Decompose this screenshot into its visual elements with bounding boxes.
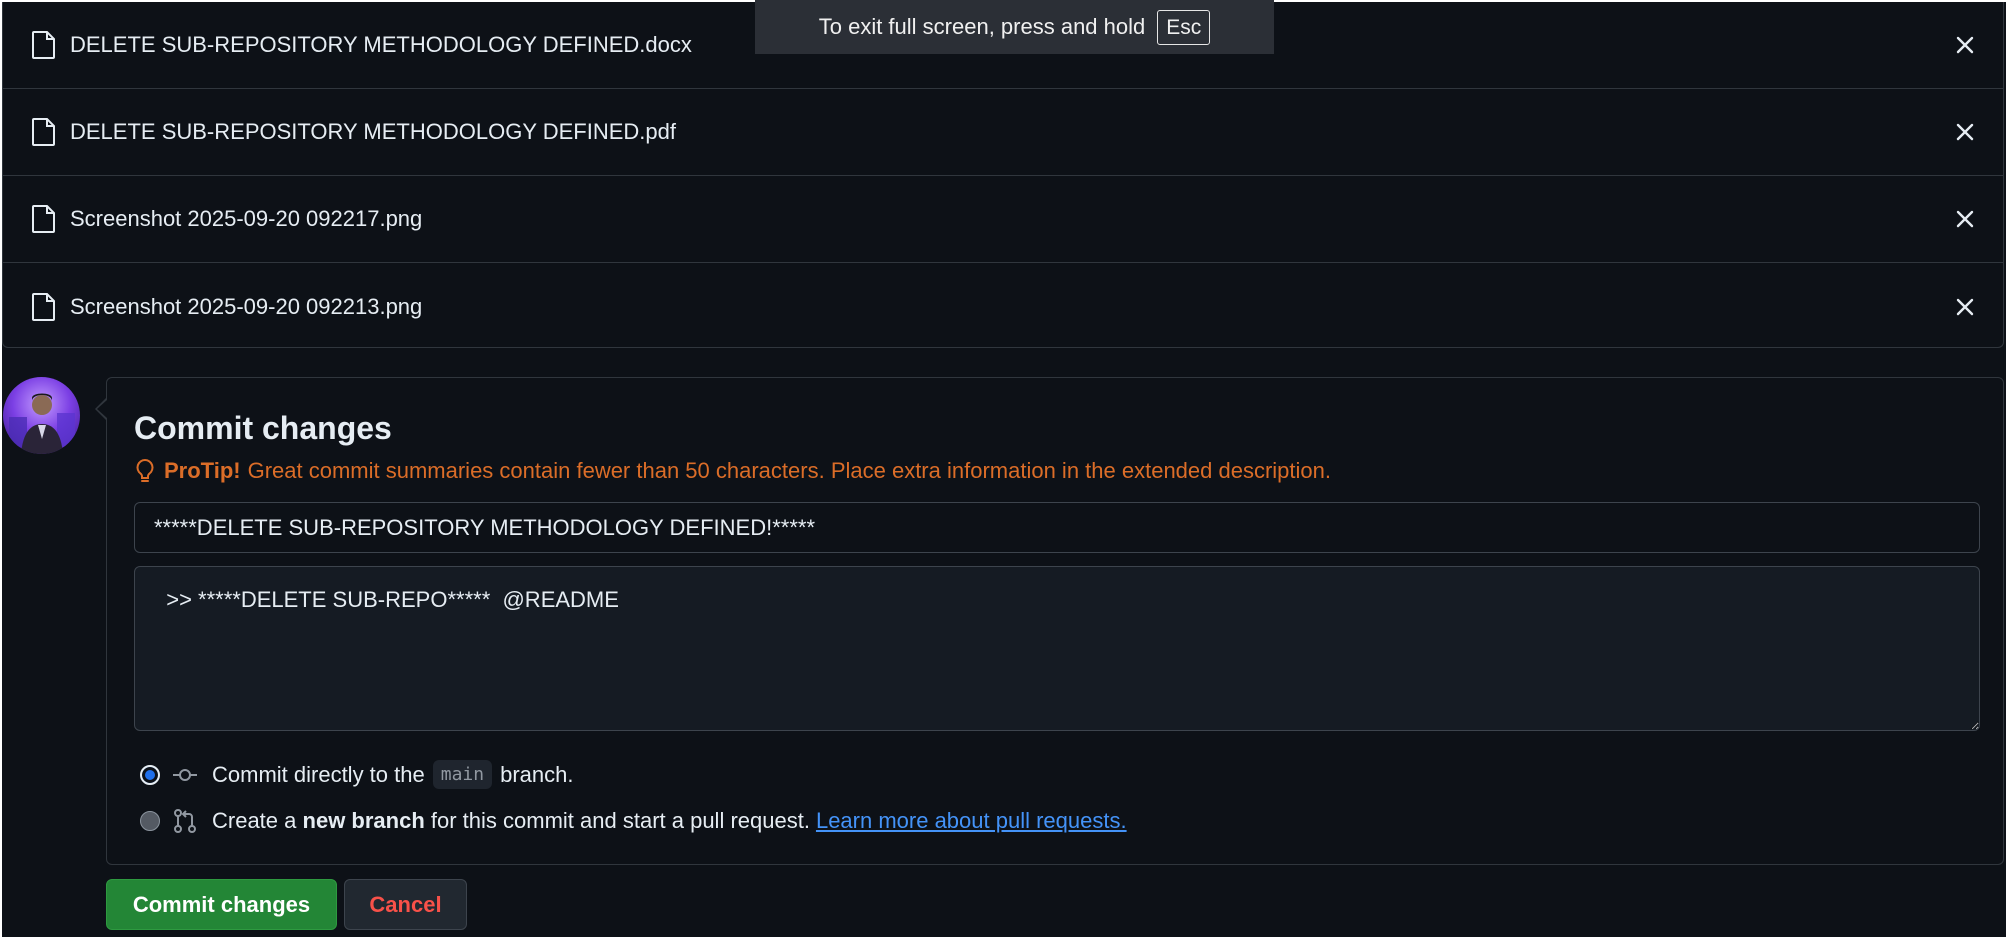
file-name: DELETE SUB-REPOSITORY METHODOLOGY DEFINE… bbox=[70, 32, 692, 57]
new-branch-bold-text: new branch bbox=[302, 808, 425, 833]
file-icon bbox=[32, 205, 55, 233]
git-pull-request-icon bbox=[174, 809, 196, 833]
commit-summary-input[interactable] bbox=[134, 502, 1980, 553]
close-icon bbox=[1956, 210, 1974, 228]
learn-more-pull-requests-link[interactable]: Learn more about pull requests. bbox=[816, 808, 1127, 834]
esc-key-badge: Esc bbox=[1157, 9, 1211, 45]
light-bulb-icon bbox=[136, 458, 154, 482]
cancel-button[interactable]: Cancel bbox=[344, 879, 467, 930]
close-icon bbox=[1956, 298, 1974, 315]
branch-name-badge: main bbox=[432, 760, 493, 789]
fullscreen-toast-text: To exit full screen, press and hold bbox=[818, 14, 1146, 39]
commit-direct-prefix: Commit directly to the bbox=[212, 761, 425, 787]
new-branch-prefix: Create a bbox=[212, 808, 297, 833]
file-row: Screenshot 2025-09-20 092213.png bbox=[3, 263, 2003, 350]
avatar[interactable] bbox=[3, 377, 80, 454]
commit-direct-option[interactable]: Commit directly to the main branch. bbox=[140, 760, 573, 789]
close-icon bbox=[1956, 123, 1974, 141]
commit-description-textarea[interactable] bbox=[134, 566, 1980, 731]
file-row: Screenshot 2025-09-20 092217.png bbox=[3, 176, 2003, 263]
file-icon bbox=[32, 118, 55, 146]
remove-file-button[interactable] bbox=[1953, 295, 1977, 319]
fullscreen-exit-toast: To exit full screen, press and hold Esc bbox=[755, 0, 1274, 54]
file-icon bbox=[32, 292, 55, 321]
file-icon bbox=[32, 31, 55, 59]
avatar-image bbox=[3, 377, 80, 454]
commit-changes-button[interactable]: Commit changes bbox=[106, 879, 337, 930]
create-new-branch-option[interactable]: Create a new branch for this commit and … bbox=[140, 808, 1127, 834]
commit-panel-title: Commit changes bbox=[134, 410, 392, 446]
panel-caret-fill bbox=[97, 400, 107, 418]
protip-text: Great commit summaries contain fewer tha… bbox=[247, 458, 1331, 483]
file-name: Screenshot 2025-09-20 092217.png bbox=[70, 206, 423, 231]
close-icon bbox=[1956, 36, 1974, 54]
file-name: Screenshot 2025-09-20 092213.png bbox=[70, 293, 423, 319]
protip-message: ProTip! Great commit summaries contain f… bbox=[134, 458, 1331, 484]
remove-file-button[interactable] bbox=[1953, 207, 1977, 231]
new-branch-suffix: for this commit and start a pull request… bbox=[430, 808, 810, 833]
protip-label: ProTip! bbox=[164, 458, 241, 483]
git-commit-icon bbox=[173, 768, 197, 781]
remove-file-button[interactable] bbox=[1953, 120, 1977, 144]
commit-direct-radio[interactable] bbox=[140, 764, 160, 785]
commit-direct-suffix: branch. bbox=[500, 761, 574, 787]
remove-file-button[interactable] bbox=[1953, 33, 1977, 57]
file-name: DELETE SUB-REPOSITORY METHODOLOGY DEFINE… bbox=[70, 119, 676, 144]
file-row: DELETE SUB-REPOSITORY METHODOLOGY DEFINE… bbox=[3, 89, 2003, 176]
new-branch-radio[interactable] bbox=[140, 811, 160, 831]
